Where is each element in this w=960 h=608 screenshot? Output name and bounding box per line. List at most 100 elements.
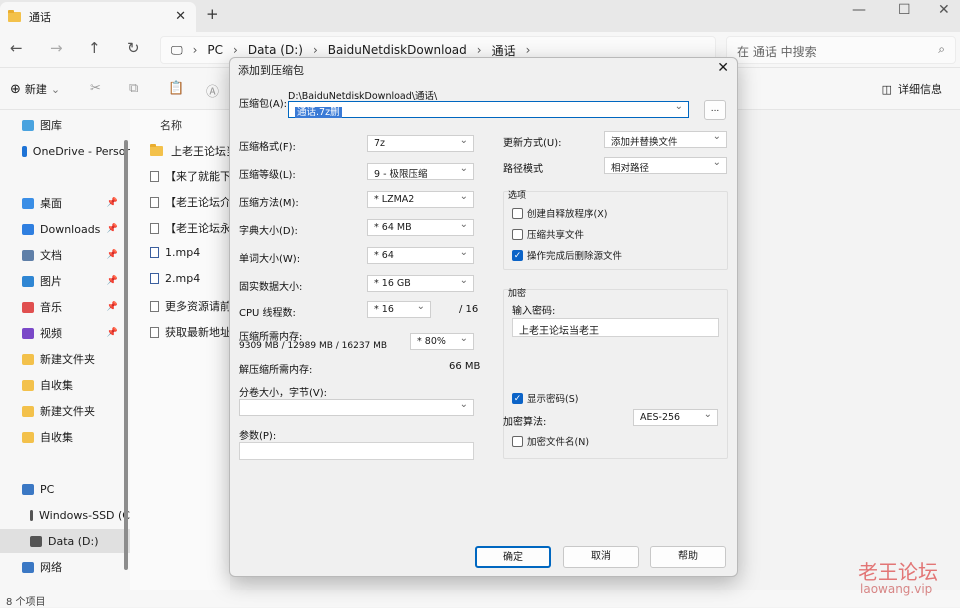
sidebar-item[interactable]: 音乐 📌 (0, 295, 130, 319)
option-label: 固实数据大小: (239, 282, 303, 293)
rename-icon[interactable]: Ⓐ (206, 81, 219, 100)
split-volume-label: 分卷大小，字节(V): (239, 388, 328, 399)
path-mode-value: 相对路径 (611, 163, 650, 174)
option-checkbox[interactable]: ✓ 操作完成后删除源文件 (512, 248, 622, 262)
pin-icon: 📌 (106, 198, 118, 208)
watermark-url: laowang.vip (860, 582, 933, 596)
new-tab-icon[interactable]: + (206, 5, 219, 23)
sidebar-item[interactable]: 网络 (0, 555, 130, 579)
breadcrumb-pc[interactable]: PC (207, 43, 223, 57)
folder-icon (8, 10, 21, 22)
cancel-button[interactable]: 取消 (563, 546, 639, 568)
sidebar-item-label: 视频 (40, 327, 62, 340)
option-combo[interactable]: * 16 GB (367, 275, 474, 292)
list-item[interactable]: 2.mp4 (150, 272, 200, 285)
refresh-icon[interactable]: ↻ (127, 39, 140, 57)
search-placeholder: 在 通话 中搜索 (737, 45, 817, 59)
memory-percent-combo[interactable]: * 80% (410, 333, 474, 350)
sidebar-item[interactable]: Data (D:) (0, 529, 130, 553)
cut-icon[interactable]: ✂ (90, 81, 101, 96)
text-file-icon (150, 326, 159, 338)
search-input[interactable]: 在 通话 中搜索 ⌕ (726, 36, 956, 64)
dialog-close-icon[interactable]: ✕ (717, 60, 729, 76)
sidebar-item[interactable]: 视频 📌 (0, 321, 130, 345)
folder-icon (22, 353, 34, 365)
archive-name-combo[interactable]: 通话.7z删 (288, 101, 689, 118)
sidebar-item[interactable]: 自收集 (0, 373, 130, 397)
text-file-icon (150, 300, 159, 312)
pc-icon (22, 483, 34, 495)
window-close-icon[interactable]: ✕ (938, 2, 950, 18)
option-value: 7z (374, 138, 386, 149)
forward-icon[interactable]: → (50, 39, 63, 57)
encrypt-names-checkbox[interactable]: 加密文件名(N) (512, 434, 589, 448)
option-combo[interactable]: 7z (367, 135, 474, 152)
sidebar-scrollbar[interactable] (124, 140, 128, 570)
minimize-icon[interactable]: — (852, 2, 866, 18)
maximize-icon[interactable]: ☐ (898, 2, 911, 18)
details-pane-icon: ◫ (881, 82, 892, 96)
encryption-method-value: AES-256 (640, 412, 681, 423)
browse-button[interactable]: ... (704, 100, 726, 120)
breadcrumb-drive[interactable]: Data (D:) (248, 43, 303, 57)
back-icon[interactable]: ← (10, 39, 23, 57)
folder-icon (22, 431, 34, 443)
breadcrumb-separator: › (312, 43, 318, 57)
encryption-method-combo[interactable]: AES-256 (633, 409, 718, 426)
cloud-icon (22, 145, 27, 157)
sidebar-item-label: 网络 (40, 561, 62, 574)
encryption-method-label: 加密算法: (503, 417, 547, 428)
sidebar-item[interactable]: OneDrive - Persor (0, 139, 130, 163)
sidebar-item-label: 自收集 (40, 431, 73, 444)
tab-current[interactable]: 通话 ✕ (0, 2, 196, 32)
list-item[interactable]: 1.mp4 (150, 246, 200, 259)
sidebar-item[interactable]: 新建文件夹 (0, 347, 130, 371)
update-mode-combo[interactable]: 添加并替换文件 (604, 131, 727, 148)
help-button[interactable]: 帮助 (650, 546, 726, 568)
option-value: * 64 (374, 250, 394, 261)
sidebar-item[interactable]: Downloads 📌 (0, 217, 130, 241)
breadcrumb-separator: › (525, 43, 531, 57)
sidebar-item[interactable]: 图库 (0, 113, 130, 137)
option-label: 单词大小(W): (239, 254, 301, 265)
picture-icon (22, 275, 34, 287)
breadcrumb-current[interactable]: 通话 (492, 42, 516, 59)
folder-icon (22, 405, 34, 417)
option-checkbox[interactable]: 压缩共享文件 (512, 227, 584, 241)
path-mode-combo[interactable]: 相对路径 (604, 157, 727, 174)
sidebar-item[interactable]: 文档 📌 (0, 243, 130, 267)
option-checkbox[interactable]: 创建自释放程序(X) (512, 206, 607, 220)
column-header-name[interactable]: 名称 (160, 117, 182, 133)
new-button[interactable]: ⊕ 新建 ⌄ (10, 81, 60, 97)
search-icon: ⌕ (938, 42, 945, 56)
copy-icon[interactable]: ⧉ (129, 81, 138, 96)
pin-icon: 📌 (106, 276, 118, 286)
up-icon[interactable]: ↑ (88, 39, 101, 57)
option-combo[interactable]: * 64 MB (367, 219, 474, 236)
option-label: 压缩方法(M): (239, 198, 299, 209)
sidebar-item[interactable]: 桌面 📌 (0, 191, 130, 215)
sidebar-item-label: OneDrive - Persor (32, 144, 130, 158)
parameters-input[interactable] (239, 442, 474, 460)
sidebar-item[interactable]: 图片 📌 (0, 269, 130, 293)
breadcrumb-folder[interactable]: BaiduNetdiskDownload (328, 43, 467, 57)
option-combo[interactable]: 9 - 极限压缩 (367, 163, 474, 180)
option-combo[interactable]: * LZMA2 (367, 191, 474, 208)
sidebar-item[interactable]: PC (0, 477, 130, 501)
sidebar-item-label: 新建文件夹 (40, 405, 95, 418)
sidebar-item-label: 文档 (40, 249, 62, 262)
password-input[interactable]: 上老王论坛当老王 (512, 318, 719, 337)
option-combo[interactable]: * 64 (367, 247, 474, 264)
details-button[interactable]: ◫ 详细信息 (882, 81, 942, 97)
new-button-label: 新建 (24, 83, 47, 96)
close-tab-icon[interactable]: ✕ (175, 9, 186, 24)
cpu-threads-combo[interactable]: * 16 (367, 301, 431, 318)
paste-icon[interactable]: 📋 (168, 81, 184, 96)
option-checkbox-label: 创建自释放程序(X) (527, 209, 608, 220)
sidebar-item[interactable]: 自收集 (0, 425, 130, 449)
ok-button[interactable]: 确定 (475, 546, 551, 568)
show-password-checkbox[interactable]: ✓ 显示密码(S) (512, 391, 578, 405)
sidebar-item[interactable]: Windows-SSD (C (0, 503, 130, 527)
sidebar-item[interactable]: 新建文件夹 (0, 399, 130, 423)
split-volume-combo[interactable] (239, 399, 474, 416)
